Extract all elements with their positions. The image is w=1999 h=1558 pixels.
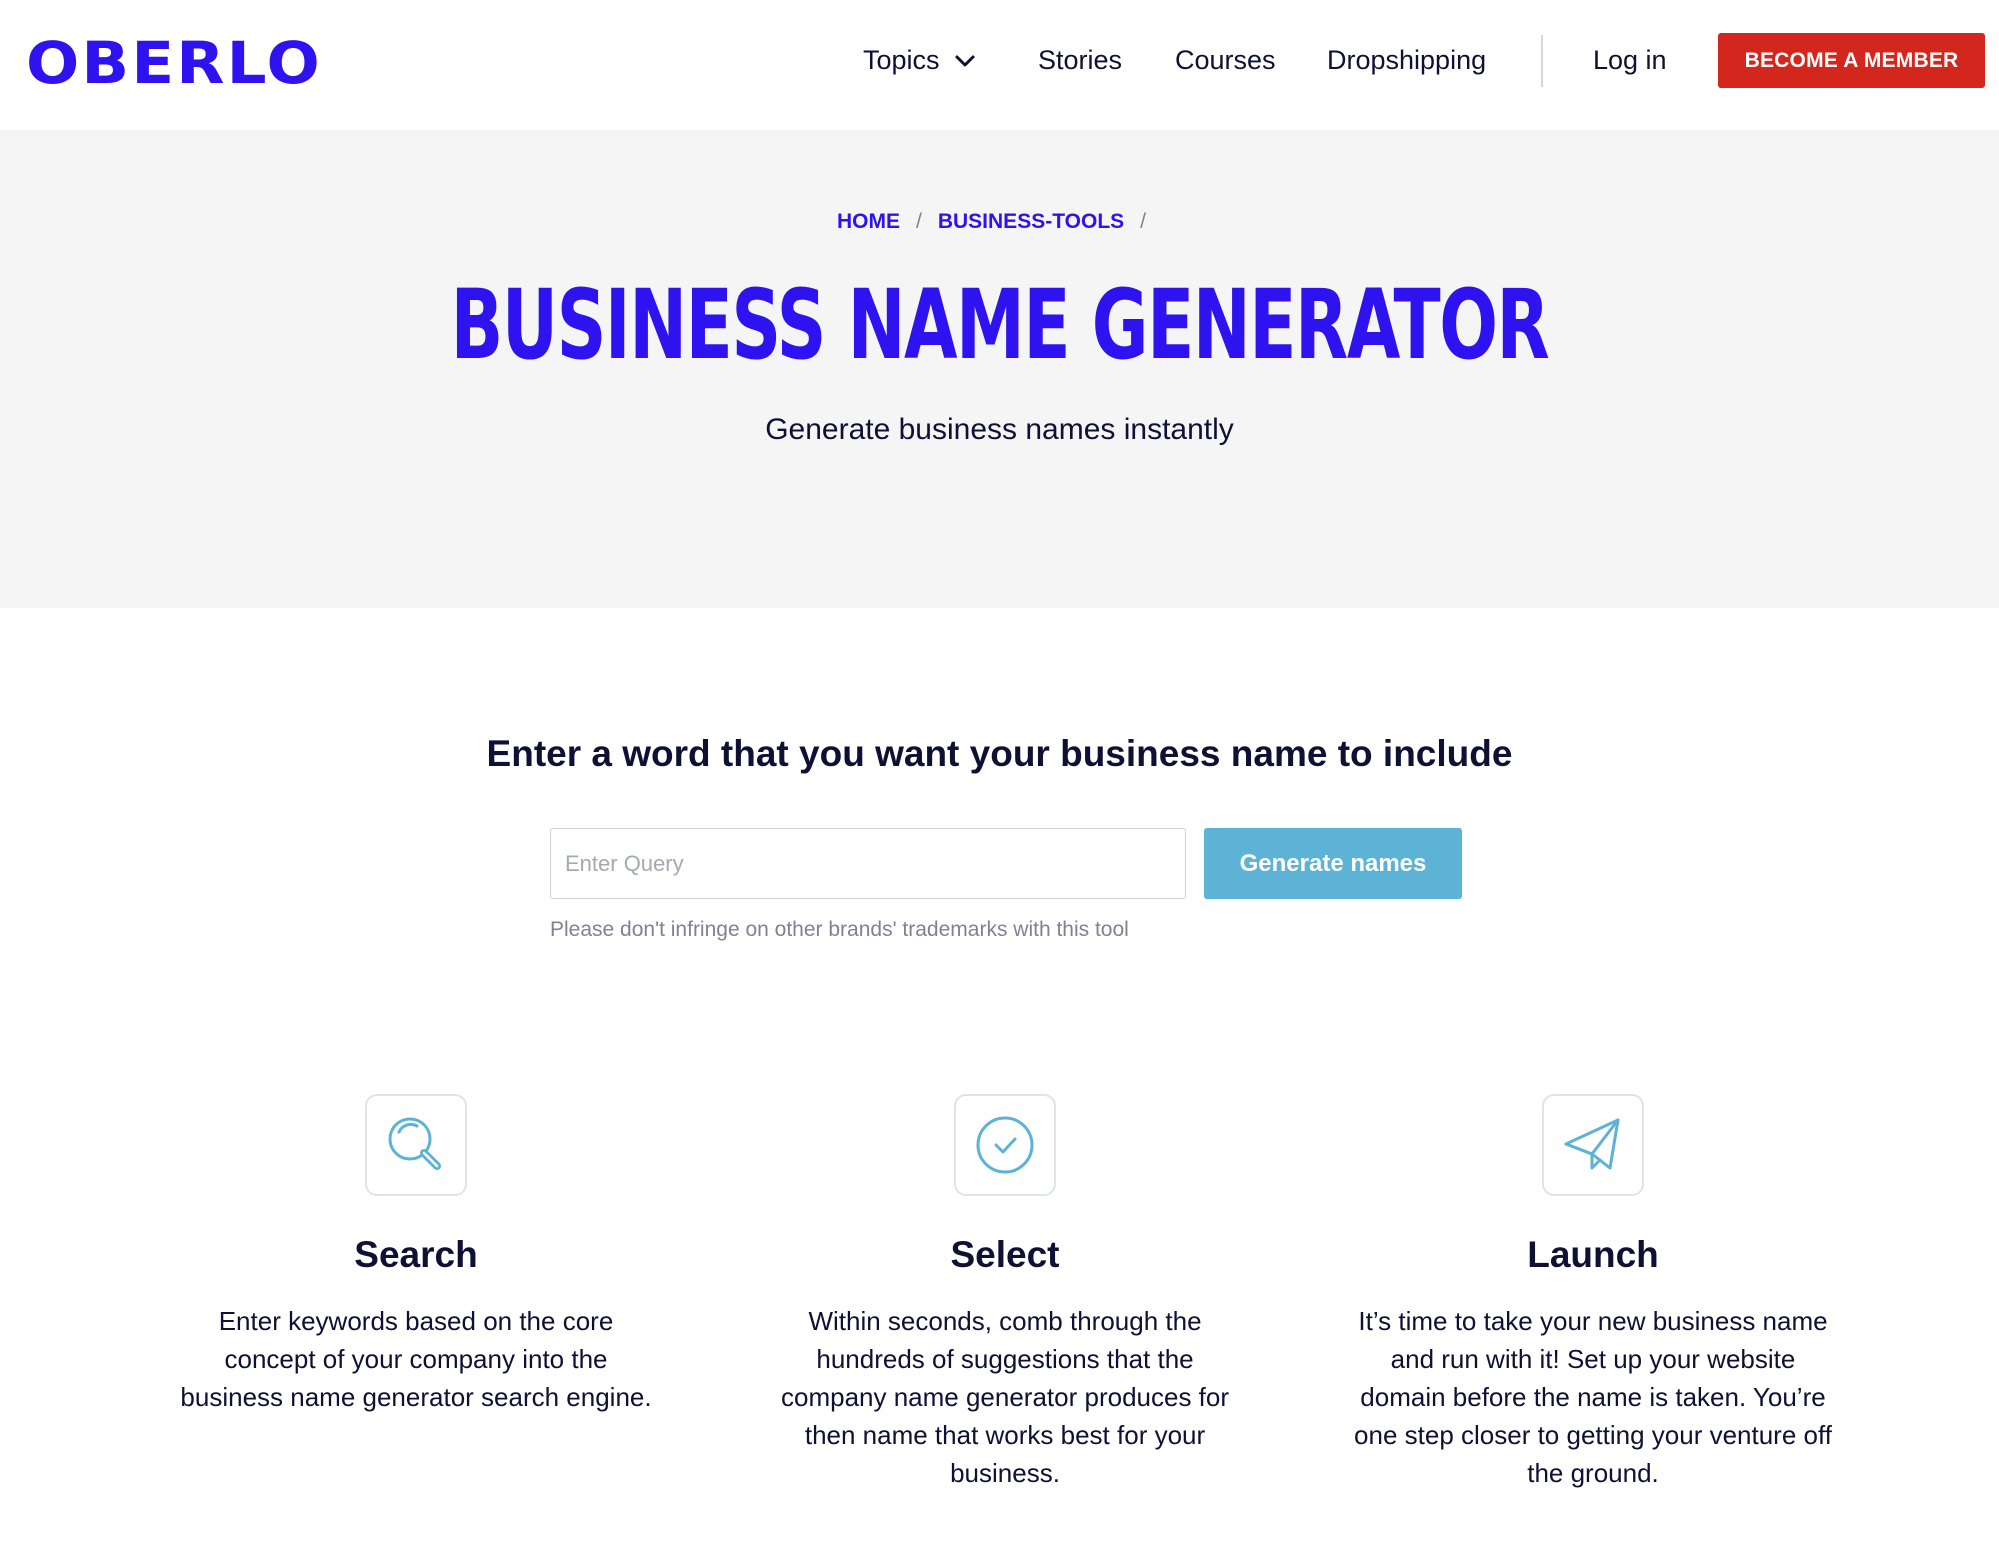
nav-topics[interactable]: Topics <box>863 45 976 76</box>
page-title: BUSINESS NAME GENERATOR <box>450 269 1550 381</box>
feature-icon-box <box>954 1094 1056 1196</box>
generate-names-button[interactable]: Generate names <box>1204 828 1462 899</box>
feature-text: Within seconds, comb through the hundred… <box>780 1306 1230 1488</box>
breadcrumb-business-tools[interactable]: BUSINESS-TOOLS <box>938 210 1124 234</box>
nav-stories[interactable]: Stories <box>1038 45 1122 76</box>
feature-launch: Launch It’s time to take your new busine… <box>1343 1094 1843 1492</box>
nav-topics-label: Topics <box>863 45 940 75</box>
breadcrumb-separator: / <box>1140 210 1146 233</box>
feature-text: It’s time to take your new business name… <box>1354 1306 1832 1488</box>
breadcrumb: HOME / BUSINESS-TOOLS / <box>0 210 1999 234</box>
page-subtitle: Generate business names instantly <box>765 413 1234 446</box>
login-link[interactable]: Log in <box>1593 45 1667 76</box>
chevron-down-icon <box>955 55 975 66</box>
feature-icon-box <box>365 1094 467 1196</box>
feature-text: Enter keywords based on the core concept… <box>180 1306 652 1412</box>
nav-dropshipping[interactable]: Dropshipping <box>1327 45 1486 76</box>
trademark-note: Please don't infringe on other brands' t… <box>550 918 1129 941</box>
query-input[interactable] <box>550 828 1186 899</box>
check-circle-icon <box>976 1116 1034 1174</box>
feature-title: Select <box>950 1234 1060 1275</box>
feature-title: Launch <box>1527 1234 1659 1275</box>
query-heading: Enter a word that you want your business… <box>486 733 1513 774</box>
search-icon <box>388 1117 441 1170</box>
feature-search: Search Enter keywords based on the core … <box>166 1094 666 1416</box>
feature-icon-box <box>1542 1094 1644 1196</box>
hero-section: HOME / BUSINESS-TOOLS / BUSINESS NAME GE… <box>0 130 1999 608</box>
breadcrumb-separator: / <box>916 210 922 233</box>
site-header: OBERLO Topics Stories Courses Dropshippi… <box>0 0 1999 130</box>
feature-select: Select Within seconds, comb through the … <box>755 1094 1255 1492</box>
oberlo-logo[interactable]: OBERLO <box>26 29 322 97</box>
paper-plane-icon <box>1564 1118 1620 1170</box>
nav-divider <box>1541 35 1543 87</box>
become-member-button[interactable]: BECOME A MEMBER <box>1718 33 1985 88</box>
feature-title: Search <box>354 1234 478 1275</box>
breadcrumb-home[interactable]: HOME <box>837 210 900 234</box>
nav-courses[interactable]: Courses <box>1175 45 1276 76</box>
